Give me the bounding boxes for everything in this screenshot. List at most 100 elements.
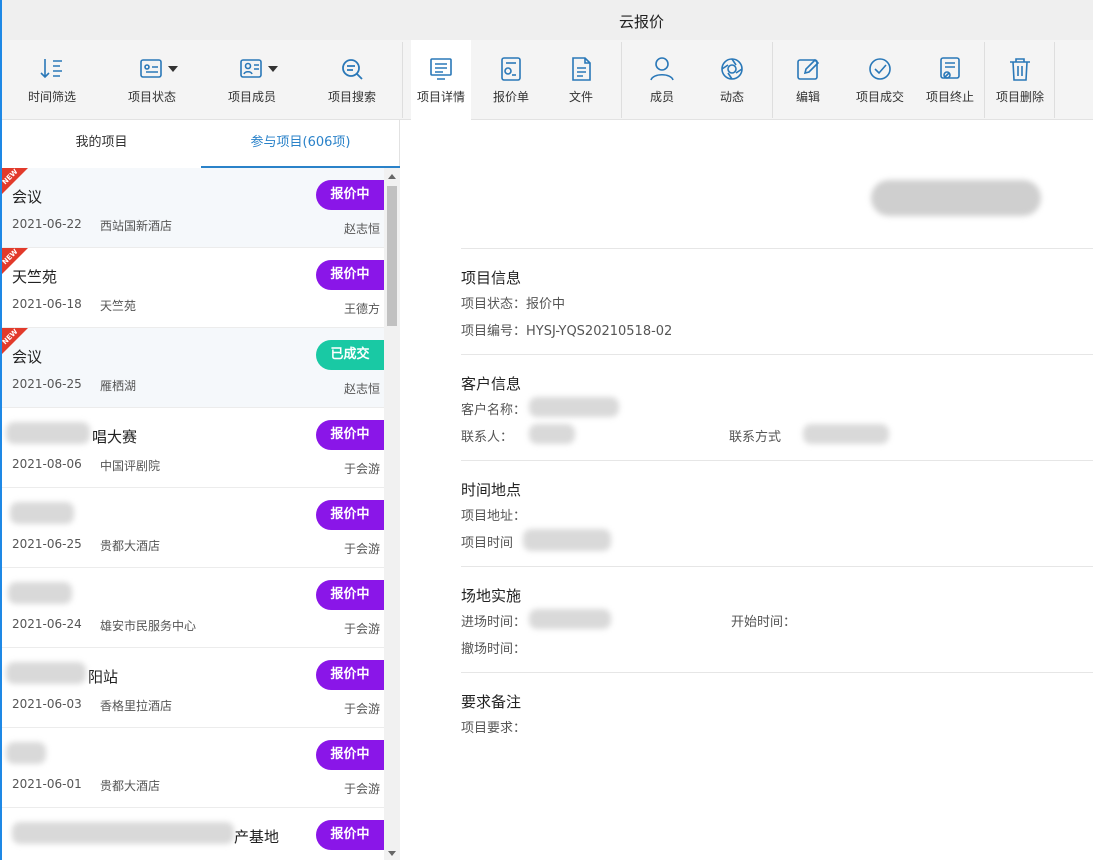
project-date: 2021-06-18 bbox=[12, 297, 82, 311]
toolbar-divider bbox=[402, 42, 403, 118]
section-heading: 项目信息 bbox=[461, 269, 522, 287]
terminate-icon bbox=[936, 55, 964, 83]
project-owner: 于会游 bbox=[343, 782, 380, 796]
edit-icon bbox=[794, 55, 822, 83]
tab-joined-projects[interactable]: 参与项目(606项) bbox=[201, 120, 400, 168]
project-deal-button[interactable]: 项目成交 bbox=[848, 40, 912, 120]
toolbar-divider bbox=[772, 42, 773, 118]
activity-button[interactable]: 动态 bbox=[702, 40, 762, 120]
redacted-value bbox=[529, 424, 575, 444]
project-list-pane: 我的项目 参与项目(606项) NEW 会议 2021-06-22 西站国新酒店… bbox=[2, 120, 400, 860]
list-item[interactable]: 产基地 报价中 bbox=[2, 808, 384, 860]
list-scrollbar[interactable] bbox=[384, 168, 400, 860]
members-button[interactable]: 成员 bbox=[632, 40, 692, 120]
toolbar-divider bbox=[984, 42, 985, 118]
detail-icon bbox=[427, 55, 455, 83]
tab-my-projects[interactable]: 我的项目 bbox=[2, 120, 201, 168]
file-button[interactable]: 文件 bbox=[551, 40, 611, 120]
redacted-value bbox=[529, 609, 611, 629]
user-icon bbox=[648, 55, 676, 83]
project-name: 天竺苑 bbox=[12, 268, 58, 286]
scroll-down-icon[interactable] bbox=[388, 851, 396, 856]
project-search-button[interactable]: 项目搜索 bbox=[312, 40, 392, 120]
section-heading: 场地实施 bbox=[461, 587, 522, 605]
status-badge: 报价中 bbox=[316, 740, 384, 770]
trash-icon bbox=[1006, 55, 1034, 83]
project-members-icon bbox=[238, 55, 278, 83]
project-status-icon bbox=[138, 55, 178, 83]
project-date: 2021-06-25 bbox=[12, 537, 82, 551]
project-detail-button[interactable]: 项目详情 bbox=[411, 40, 471, 120]
status-badge: 报价中 bbox=[316, 580, 384, 610]
project-name: 会议 bbox=[12, 188, 43, 206]
status-badge: 报价中 bbox=[316, 820, 384, 850]
project-place: 贵都大酒店 bbox=[100, 779, 161, 793]
project-owner: 王德方 bbox=[343, 302, 380, 316]
scroll-thumb[interactable] bbox=[387, 186, 397, 326]
chevron-down-icon bbox=[168, 66, 178, 72]
customer-info-section: 客户信息 客户名称： 联系人： 联系方式 bbox=[461, 354, 1093, 460]
project-place: 天竺苑 bbox=[100, 299, 137, 313]
code-field: 项目编号：HYSJ-YQS20210518-02 bbox=[461, 324, 673, 339]
project-name: 会议 bbox=[12, 348, 43, 366]
aperture-icon bbox=[718, 55, 746, 83]
project-owner: 赵志恒 bbox=[343, 382, 380, 396]
list-item[interactable]: NEW 会议 2021-06-25 雁栖湖 赵志恒 已成交 bbox=[2, 328, 384, 408]
project-date: 2021-06-22 bbox=[12, 217, 82, 231]
redacted-text bbox=[6, 742, 46, 764]
project-owner: 赵志恒 bbox=[343, 222, 380, 236]
time-filter-icon bbox=[38, 55, 66, 83]
redacted-value bbox=[529, 397, 619, 417]
scroll-up-icon[interactable] bbox=[388, 174, 396, 179]
section-heading: 时间地点 bbox=[461, 481, 522, 499]
list-item[interactable]: NEW 会议 2021-06-22 西站国新酒店 赵志恒 报价中 bbox=[2, 168, 384, 248]
project-info-section: 项目信息 项目状态：报价中 项目编号：HYSJ-YQS20210518-02 bbox=[461, 248, 1093, 354]
quotation-icon bbox=[497, 55, 525, 83]
remarks-section: 要求备注 项目要求： bbox=[461, 672, 1093, 752]
project-date: 2021-08-06 bbox=[12, 457, 82, 471]
project-date: 2021-06-03 bbox=[12, 697, 82, 711]
redacted-value bbox=[523, 529, 611, 551]
customer-name-label: 客户名称： bbox=[461, 403, 527, 418]
list-item[interactable]: 2021-06-25 贵都大酒店 于会游 报价中 bbox=[2, 488, 384, 568]
toolbar-divider bbox=[1054, 42, 1055, 118]
project-detail-pane: 项目信息 项目状态：报价中 项目编号：HYSJ-YQS20210518-02 客… bbox=[401, 120, 1093, 860]
redacted-text bbox=[8, 582, 72, 604]
list-item[interactable]: 2021-06-24 雄安市民服务中心 于会游 报价中 bbox=[2, 568, 384, 648]
redacted-text bbox=[10, 502, 74, 524]
address-label: 项目地址： bbox=[461, 509, 527, 524]
status-badge: 报价中 bbox=[316, 500, 384, 530]
toolbar-divider bbox=[621, 42, 622, 118]
toolbar: 时间筛选 项目状态 项目成员 项目搜索 项目详情 报价单 文件 成员 动态 编辑… bbox=[2, 40, 1093, 120]
list-item[interactable]: 2021-06-01 贵都大酒店 于会游 报价中 bbox=[2, 728, 384, 808]
list-item[interactable]: NEW 天竺苑 2021-06-18 天竺苑 王德方 报价中 bbox=[2, 248, 384, 328]
chevron-down-icon bbox=[268, 66, 278, 72]
project-status-button[interactable]: 项目状态 bbox=[112, 40, 192, 120]
redacted-title bbox=[871, 180, 1041, 216]
project-delete-button[interactable]: 项目删除 bbox=[988, 40, 1052, 120]
time-filter-button[interactable]: 时间筛选 bbox=[12, 40, 92, 120]
exit-time-label: 撤场时间： bbox=[461, 642, 527, 657]
project-date: 2021-06-25 bbox=[12, 377, 82, 391]
project-tabs: 我的项目 参与项目(606项) bbox=[2, 120, 400, 168]
file-icon bbox=[567, 55, 595, 83]
list-item[interactable]: 唱大赛 2021-08-06 中国评剧院 于会游 报价中 bbox=[2, 408, 384, 488]
status-badge: 报价中 bbox=[316, 420, 384, 450]
project-terminate-button[interactable]: 项目终止 bbox=[918, 40, 982, 120]
check-circle-icon bbox=[866, 55, 894, 83]
enter-time-label: 进场时间： bbox=[461, 615, 527, 630]
redacted-text bbox=[12, 822, 234, 844]
edit-button[interactable]: 编辑 bbox=[778, 40, 838, 120]
status-field: 项目状态：报价中 bbox=[461, 297, 566, 312]
redacted-value bbox=[803, 424, 889, 444]
list-item[interactable]: 阳站 2021-06-03 香格里拉酒店 于会游 报价中 bbox=[2, 648, 384, 728]
project-members-button[interactable]: 项目成员 bbox=[212, 40, 292, 120]
start-time-label: 开始时间： bbox=[731, 615, 797, 630]
section-heading: 要求备注 bbox=[461, 693, 522, 711]
redacted-text bbox=[6, 422, 90, 444]
venue-section: 场地实施 进场时间： 开始时间： 撤场时间： bbox=[461, 566, 1093, 672]
section-heading: 客户信息 bbox=[461, 375, 522, 393]
project-date: 2021-06-01 bbox=[12, 777, 82, 791]
phone-label: 联系方式 bbox=[729, 430, 782, 445]
quotation-button[interactable]: 报价单 bbox=[481, 40, 541, 120]
